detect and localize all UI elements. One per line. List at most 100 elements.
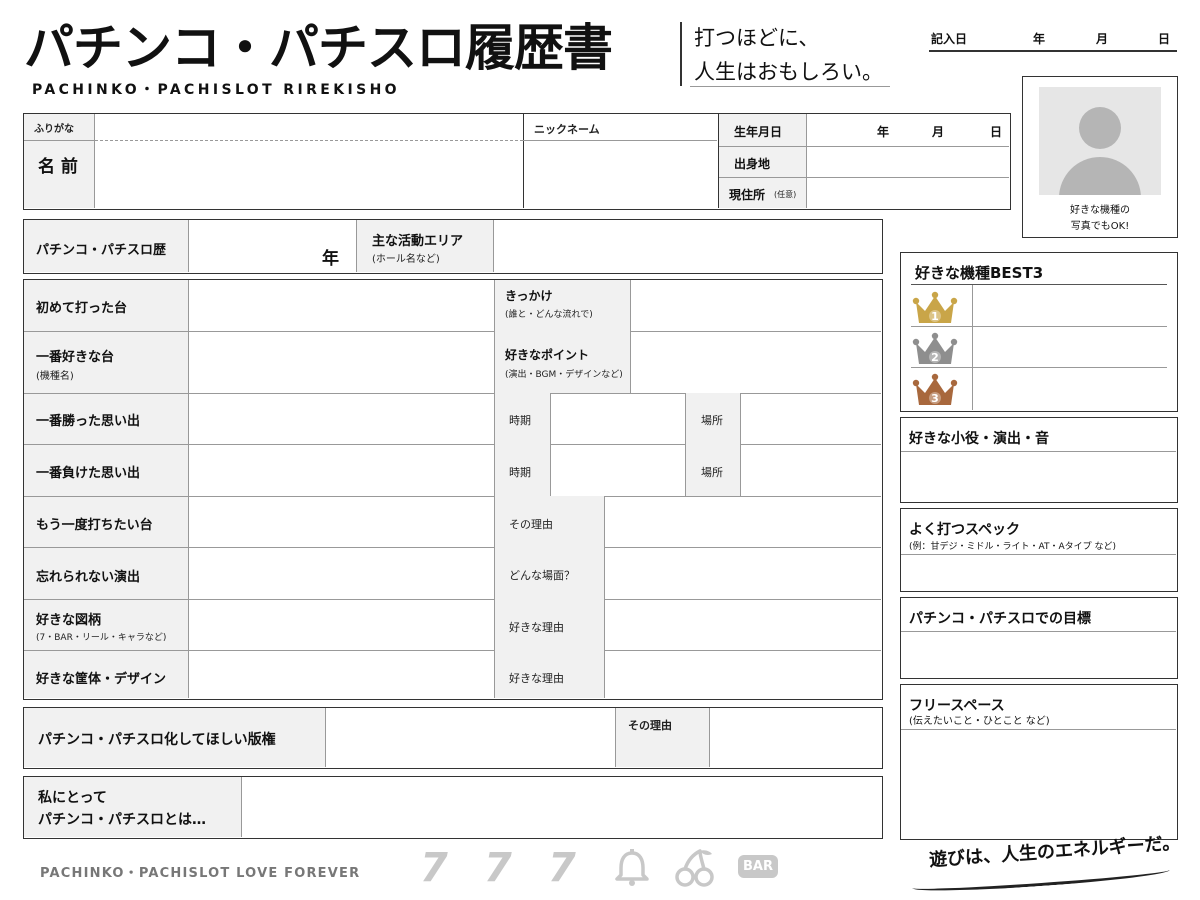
catch-underline bbox=[690, 86, 890, 87]
to-me-section: 私にとって パチンコ・パチスロとは… bbox=[23, 776, 883, 839]
which-scene-field[interactable] bbox=[608, 550, 879, 597]
name-field[interactable] bbox=[98, 144, 520, 206]
license-reason-label: その理由 bbox=[628, 719, 672, 732]
area-label: 主な活動エリア bbox=[372, 234, 464, 249]
goal-field[interactable] bbox=[903, 634, 1174, 676]
favorite-machine-note: (機種名) bbox=[36, 371, 74, 382]
career-years-field[interactable] bbox=[192, 222, 352, 270]
spec-section: よく打つスペック (例：甘デジ・ミドル・ライト・AT・Aタイプ など) bbox=[900, 508, 1178, 592]
photo-caption-line1: 好きな機種の bbox=[1070, 205, 1130, 216]
furigana-field[interactable] bbox=[98, 116, 520, 138]
best3-rank2-field[interactable] bbox=[975, 328, 1165, 366]
page-title: パチンコ・パチスロ履歴書 bbox=[24, 18, 613, 77]
play-again-label: もう一度打ちたい台 bbox=[36, 518, 153, 533]
furigana-label: ふりがな bbox=[34, 124, 74, 135]
area-field[interactable] bbox=[497, 222, 877, 270]
play-again-reason-label: その理由 bbox=[509, 518, 553, 531]
seven-symbol-1: 7 bbox=[420, 845, 448, 891]
favorite-point-field[interactable] bbox=[634, 334, 879, 391]
best-win-field[interactable] bbox=[192, 396, 490, 442]
license-wish-label: パチンコ・パチスロ化してほしい版権 bbox=[38, 732, 276, 748]
unforgettable-label: 忘れられない演出 bbox=[36, 570, 141, 585]
favorite-machine-label: 一番好きな台 bbox=[36, 350, 115, 365]
mid-label-cell-3 bbox=[685, 393, 741, 496]
rank-number-2: 2 bbox=[931, 351, 939, 364]
favorite-cabinet-reason-field[interactable] bbox=[608, 653, 879, 696]
best-win-period-field[interactable] bbox=[554, 396, 682, 442]
goal-section: パチンコ・パチスロでの目標 bbox=[900, 597, 1178, 679]
entry-date-year: 年 bbox=[1033, 32, 1046, 46]
first-machine-label: 初めて打った台 bbox=[36, 301, 128, 316]
trigger-label: きっかけ bbox=[505, 289, 553, 303]
nickname-field[interactable] bbox=[526, 144, 716, 206]
birthplace-label: 出身地 bbox=[734, 157, 771, 171]
favorite-machine-field[interactable] bbox=[192, 334, 490, 391]
favorite-point-note: (演出・BGM・デザインなど) bbox=[505, 370, 623, 380]
license-reason-field[interactable] bbox=[713, 710, 879, 765]
unforgettable-field[interactable] bbox=[192, 550, 490, 597]
birthdate-label: 生年月日 bbox=[734, 125, 783, 139]
best3-section: 好きな機種BEST3 1 2 3 bbox=[900, 252, 1178, 412]
photo-box[interactable]: 好きな機種の 写真でもOK! bbox=[1022, 76, 1178, 238]
person-silhouette-icon bbox=[1039, 87, 1161, 195]
favorite-point-label: 好きなポイント bbox=[505, 348, 590, 362]
spec-note: (例：甘デジ・ミドル・ライト・AT・Aタイプ など) bbox=[909, 542, 1116, 552]
worst-loss-label: 一番負けた思い出 bbox=[36, 466, 141, 481]
mid-label-cell-2 bbox=[495, 393, 551, 496]
best3-title: 好きな機種BEST3 bbox=[915, 264, 1044, 282]
trigger-field[interactable] bbox=[634, 282, 879, 329]
small-roles-section: 好きな小役・演出・音 bbox=[900, 417, 1178, 503]
bell-icon bbox=[615, 849, 649, 886]
best3-rank1-field[interactable] bbox=[975, 287, 1165, 325]
best-win-period-label: 時期 bbox=[509, 414, 531, 427]
small-roles-title: 好きな小役・演出・音 bbox=[909, 431, 1049, 447]
catch-divider bbox=[680, 22, 682, 86]
entry-date-field[interactable] bbox=[929, 50, 1177, 52]
profile-section: ふりがな 名 前 ニックネーム 生年月日 年 月 日 出身地 現住所 (任意) bbox=[23, 113, 1011, 210]
license-wish-field[interactable] bbox=[329, 710, 613, 765]
worst-loss-period-label: 時期 bbox=[509, 466, 531, 479]
play-again-field[interactable] bbox=[192, 499, 490, 545]
page-title-roman: PACHINKO・PACHISLOT RIREKISHO bbox=[32, 82, 400, 98]
rank-number-3: 3 bbox=[931, 392, 939, 405]
gold-crown-icon: 1 bbox=[912, 291, 958, 323]
address-field[interactable] bbox=[810, 179, 1008, 207]
to-me-field[interactable] bbox=[245, 779, 879, 835]
entry-date-month: 月 bbox=[1096, 32, 1109, 46]
birthdate-year: 年 bbox=[877, 125, 890, 139]
favorite-symbol-reason-field[interactable] bbox=[608, 602, 879, 648]
history-section: パチンコ・パチスロ歴 年 主な活動エリア (ホール名など) bbox=[23, 219, 883, 274]
catchphrase-line1: 打つほどに、 bbox=[694, 26, 820, 50]
worst-loss-field[interactable] bbox=[192, 447, 490, 494]
trigger-note: (誰と・どんな流れで) bbox=[505, 310, 593, 320]
entry-date-label: 記入日 bbox=[931, 32, 968, 46]
cherry-icon bbox=[675, 849, 714, 887]
rank-number-1: 1 bbox=[931, 310, 939, 323]
free-space-field[interactable] bbox=[903, 732, 1174, 836]
area-note: (ホール名など) bbox=[372, 254, 440, 265]
best-win-label: 一番勝った思い出 bbox=[36, 414, 141, 429]
worst-loss-period-field[interactable] bbox=[554, 447, 682, 494]
license-wish-section: パチンコ・パチスロ化してほしい版権 その理由 bbox=[23, 707, 883, 769]
photo-caption-line2: 写真でもOK! bbox=[1070, 221, 1130, 232]
favorite-symbol-note: (7・BAR・リール・キャラなど) bbox=[36, 633, 167, 643]
best3-rank3-field[interactable] bbox=[975, 369, 1165, 407]
free-space-section: フリースペース (伝えたいこと・ひとこと など) bbox=[900, 684, 1178, 840]
favorite-cabinet-field[interactable] bbox=[192, 653, 490, 696]
spec-field[interactable] bbox=[903, 557, 1174, 589]
best-win-place-label: 場所 bbox=[701, 414, 723, 427]
first-machine-field[interactable] bbox=[192, 282, 490, 329]
silver-crown-icon: 2 bbox=[912, 332, 958, 364]
free-space-note: (伝えたいこと・ひとこと など) bbox=[909, 716, 1050, 727]
name-label: 名 前 bbox=[38, 157, 78, 177]
favorite-symbol-field[interactable] bbox=[192, 602, 490, 648]
birthplace-field[interactable] bbox=[810, 148, 1008, 176]
worst-loss-place-field[interactable] bbox=[744, 447, 879, 494]
birthdate-day: 日 bbox=[990, 125, 1003, 139]
play-again-reason-field[interactable] bbox=[608, 499, 879, 545]
best-win-place-field[interactable] bbox=[744, 396, 879, 442]
birthdate-month: 月 bbox=[932, 125, 945, 139]
small-roles-field[interactable] bbox=[903, 454, 1174, 500]
nickname-label: ニックネーム bbox=[534, 123, 600, 136]
favorite-cabinet-reason-label: 好きな理由 bbox=[509, 672, 564, 685]
